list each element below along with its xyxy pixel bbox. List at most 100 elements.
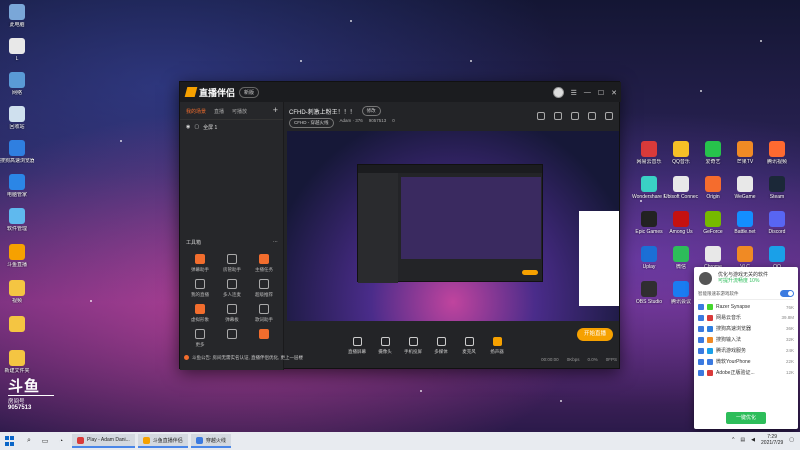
task-view-icon[interactable]: ▭ <box>37 434 53 448</box>
media-button[interactable]: 多媒体 <box>427 336 455 355</box>
optimize-button[interactable]: 一键优化 <box>726 412 766 424</box>
gift-icon[interactable] <box>537 112 545 120</box>
app-list-row[interactable]: 搜狗输入法 32K <box>694 334 798 345</box>
sogou-browser-icon[interactable]: ◔ <box>53 434 69 448</box>
go-live-button[interactable]: 开始直播 <box>577 328 613 341</box>
desktop-icon[interactable]: Among Us <box>664 211 698 235</box>
toolbox-item[interactable] <box>216 329 248 348</box>
toolbox-item[interactable]: 我的直播 <box>184 279 216 298</box>
microphone-button[interactable]: 麦克风 <box>455 336 483 355</box>
desktop-icon[interactable]: QQ音乐 <box>664 141 698 165</box>
avatar[interactable] <box>552 87 564 98</box>
desktop-icon[interactable]: 软件管理 <box>0 208 34 232</box>
bell-icon[interactable] <box>588 112 596 120</box>
toolbox-item[interactable] <box>248 329 280 348</box>
desktop-icon[interactable]: 微信 <box>664 246 698 270</box>
maximize-icon[interactable]: ☐ <box>598 89 604 97</box>
phone-cast-button[interactable]: 手机投屏 <box>399 336 427 355</box>
more-icon[interactable]: ⋯ <box>273 239 278 246</box>
desktop-icon[interactable]: Uplay <box>632 246 666 270</box>
desktop-icon[interactable]: Steam <box>760 176 794 200</box>
app-list-row[interactable]: 搜狗高速浏览器 36K <box>694 323 798 334</box>
desktop-icon[interactable]: 视频 <box>0 280 34 304</box>
app-list-row[interactable]: Razer Synapse 76K <box>694 302 798 312</box>
desktop-icon[interactable]: Wondershare Filmora <box>632 176 666 200</box>
share-icon[interactable] <box>605 112 613 120</box>
version-badge[interactable]: 新版 <box>239 86 260 98</box>
limit-toggle-switch[interactable] <box>780 290 794 297</box>
desktop-icon[interactable]: 网络 <box>0 72 34 96</box>
desktop-icon[interactable]: Battle.net <box>728 211 762 235</box>
desktop-icon[interactable]: 爱奇艺 <box>696 141 730 165</box>
checkbox-icon[interactable] <box>698 314 704 321</box>
desktop-icon[interactable]: L <box>0 38 34 62</box>
stream-title[interactable]: CFHD-刺激上粉王！！！ <box>289 107 356 116</box>
lock-icon[interactable]: ▢ <box>194 124 199 131</box>
taskbar-app[interactable]: 穿越火线 <box>190 434 231 448</box>
checkbox-icon[interactable] <box>698 369 704 376</box>
toolbox-item[interactable]: 房管助手 <box>216 254 248 273</box>
toolbox-item[interactable]: 虚拟形象 <box>184 304 216 323</box>
search-icon[interactable]: ⌕ <box>21 434 37 448</box>
clock[interactable]: 7:29 2021/7/29 <box>761 434 783 446</box>
desktop-icon[interactable]: Origin <box>696 176 730 200</box>
desktop-icon[interactable]: 搜狗高速浏览器 <box>0 140 34 164</box>
desktop-icon[interactable]: WeGame <box>728 176 762 200</box>
desktop-icon[interactable]: 此电脑 <box>0 4 34 28</box>
checkbox-icon[interactable] <box>698 358 704 365</box>
scene-item[interactable]: ◉ ▢ 全屏 1 <box>180 120 283 135</box>
close-icon[interactable]: ✕ <box>611 89 617 97</box>
volume-icon[interactable]: ◀ <box>751 437 755 443</box>
network-icon[interactable]: ▤ <box>740 437 745 443</box>
notification-icon[interactable]: ▢ <box>789 437 794 443</box>
taskbar-app[interactable]: Play - Adam Dani... <box>72 434 135 448</box>
screen-capture-button[interactable]: 直播屏幕 <box>343 336 371 355</box>
desktop-icon[interactable]: 斗鱼直播 <box>0 244 34 268</box>
menu-icon[interactable]: ☰ <box>571 89 577 97</box>
toolbox-item[interactable]: 更多 <box>184 329 216 348</box>
desktop-icon[interactable]: 回收站 <box>0 106 34 130</box>
checkbox-icon[interactable] <box>698 336 704 343</box>
desktop-icon[interactable]: Ubisoft Connect <box>664 176 698 200</box>
desktop-icon[interactable]: 电脑管家 <box>0 174 34 198</box>
lock-icon[interactable] <box>554 112 562 120</box>
checkbox-icon[interactable] <box>698 325 704 332</box>
checkbox-icon[interactable] <box>698 304 704 310</box>
app-list-row[interactable]: 网易云音乐 39.8M <box>694 312 798 323</box>
toolbox-item[interactable]: 歌词助手 <box>248 304 280 323</box>
app-list-row[interactable]: 腾讯游戏服务 24K <box>694 345 798 356</box>
desktop-icon[interactable]: Epic Games <box>632 211 666 235</box>
minimize-icon[interactable]: — <box>584 89 591 96</box>
edit-title-button[interactable]: 修改 <box>361 106 381 116</box>
eye-icon[interactable]: ◉ <box>186 124 190 131</box>
desktop-icon[interactable] <box>0 316 34 334</box>
category-badge[interactable]: CFHD - 穿越火线 <box>289 118 334 128</box>
taskbar-app[interactable]: 斗鱼直播伴侣 <box>137 434 188 448</box>
desktop-icon[interactable]: 新建文件夹 <box>0 350 34 374</box>
chevron-up-icon[interactable]: ^ <box>732 437 734 443</box>
desktop-icon[interactable]: Discord <box>760 211 794 235</box>
live-preview[interactable] <box>287 131 619 321</box>
toolbox-item[interactable]: 超级推荐 <box>248 279 280 298</box>
camera-button[interactable]: 摄像头 <box>371 336 399 355</box>
checkbox-icon[interactable] <box>698 347 704 354</box>
tab-my-scenes[interactable]: 我的场景 <box>186 108 206 115</box>
toolbox-item[interactable]: 多人连麦 <box>216 279 248 298</box>
app-list-row[interactable]: Adobe正版验证... 12K <box>694 367 798 378</box>
windows-start-icon[interactable] <box>5 436 15 446</box>
desktop-icon[interactable]: 芒果TV <box>728 141 762 165</box>
desktop-icon[interactable]: 腾讯视频 <box>760 141 794 165</box>
app-list-row[interactable]: 微软YourPhone 22K <box>694 356 798 367</box>
tab-live[interactable]: 直播 <box>214 108 224 115</box>
tab-playable[interactable]: 可播放 <box>232 108 247 115</box>
desktop-icon[interactable]: OBS Studio <box>632 281 666 305</box>
toolbox-item[interactable]: 弹幕助手 <box>184 254 216 273</box>
toolbox-item[interactable]: 主播任务 <box>248 254 280 273</box>
desktop-icon[interactable]: GeForce <box>696 211 730 235</box>
toolbox-item[interactable]: 弹幕板 <box>216 304 248 323</box>
add-scene-icon[interactable]: + <box>273 105 278 115</box>
chat-icon[interactable] <box>571 112 579 120</box>
desktop-icon[interactable]: 腾讯会议 <box>664 281 698 305</box>
speaker-button[interactable]: 扬声器 <box>483 336 511 355</box>
desktop-icon[interactable]: 网易云音乐 <box>632 141 666 165</box>
